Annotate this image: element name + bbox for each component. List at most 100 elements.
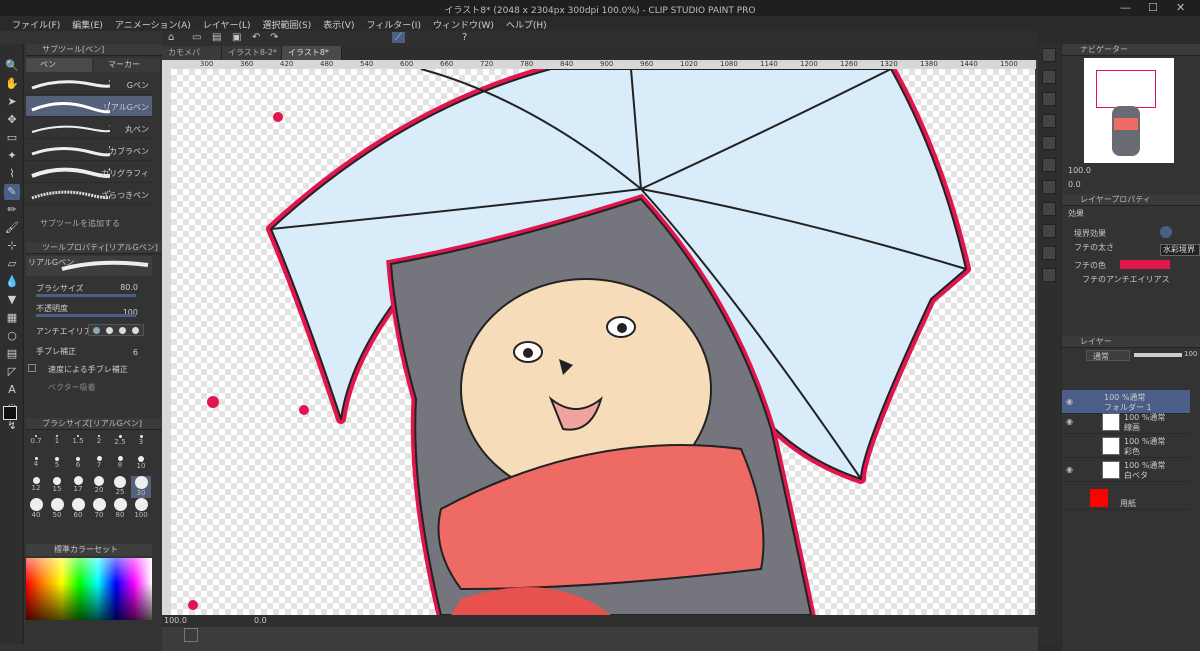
- minimize-button[interactable]: —: [1120, 1, 1131, 14]
- move-layer-icon[interactable]: ✥: [4, 112, 20, 128]
- menu-window[interactable]: ウィンドウ(W): [427, 16, 500, 31]
- speed-stab-checkbox[interactable]: [28, 364, 36, 372]
- size-cell[interactable]: 60: [68, 498, 88, 520]
- size-cell[interactable]: 17: [68, 476, 88, 498]
- antialias-row[interactable]: アンチエイリアス: [26, 322, 152, 340]
- tab-pen[interactable]: ペン: [26, 58, 92, 72]
- layer-opacity-value[interactable]: 100: [1184, 350, 1197, 358]
- snap-ruler-icon[interactable]: ⟋: [392, 32, 405, 43]
- brush-size-slider[interactable]: [36, 294, 136, 297]
- blend-icon[interactable]: 💧: [4, 274, 20, 290]
- operation-tool-icon[interactable]: ➤: [4, 94, 20, 110]
- material-icon[interactable]: [1042, 158, 1056, 172]
- menu-selection[interactable]: 選択範囲(S): [257, 16, 318, 31]
- material-icon[interactable]: [1042, 268, 1056, 282]
- zoom-tool-icon[interactable]: 🔍: [4, 58, 20, 74]
- brush-item[interactable]: カリグラフィ: [26, 162, 152, 183]
- size-cell[interactable]: 7: [89, 454, 109, 476]
- doc-tab[interactable]: カモメパタ...2*: [162, 46, 222, 71]
- menu-file[interactable]: ファイル(F): [6, 16, 66, 31]
- fill-icon[interactable]: ▼: [4, 292, 20, 308]
- eye-icon[interactable]: ◉: [1066, 465, 1073, 474]
- correct-line-icon[interactable]: ↯: [4, 418, 20, 434]
- vector-row[interactable]: ベクター吸着: [26, 380, 152, 398]
- hand-tool-icon[interactable]: ✋: [4, 76, 20, 92]
- brush-size-row[interactable]: ブラシサイズ 80.0: [26, 282, 152, 300]
- brush-item[interactable]: 丸ペン: [26, 118, 152, 139]
- menu-icon[interactable]: [184, 628, 198, 642]
- menu-filter[interactable]: フィルター(I): [360, 16, 427, 31]
- nav-angle[interactable]: 0.0: [1068, 180, 1081, 189]
- toolbar-home-icon[interactable]: ⌂: [168, 32, 174, 43]
- layer-row-paper[interactable]: 用紙: [1062, 486, 1190, 510]
- pen-tool-icon[interactable]: ✎: [4, 184, 20, 200]
- size-cell[interactable]: 2.5: [110, 432, 130, 454]
- opacity-row[interactable]: 不透明度 100: [26, 302, 152, 320]
- doc-tab-active[interactable]: イラスト8*: [282, 46, 342, 60]
- navigator-preview[interactable]: [1084, 58, 1174, 163]
- speed-stab-row[interactable]: 速度による手ブレ補正: [26, 362, 152, 380]
- selection-icon[interactable]: ▭: [4, 130, 20, 146]
- menu-help[interactable]: ヘルプ(H): [500, 16, 553, 31]
- layer-opacity-slider[interactable]: [1134, 353, 1182, 357]
- size-cell-selected[interactable]: 30: [131, 476, 151, 498]
- size-cell[interactable]: 100: [131, 498, 151, 520]
- size-cell[interactable]: 6: [68, 454, 88, 476]
- size-cell[interactable]: 40: [26, 498, 46, 520]
- eye-icon[interactable]: ◉: [1066, 397, 1073, 406]
- colorset-selector[interactable]: 標準カラーセット: [26, 544, 152, 556]
- menu-edit[interactable]: 編集(E): [66, 16, 109, 31]
- doc-tab[interactable]: イラスト8-2*: [222, 46, 282, 60]
- search-icon[interactable]: [1042, 48, 1056, 62]
- frame-icon[interactable]: ▤: [4, 346, 20, 362]
- size-cell[interactable]: 4: [26, 454, 46, 476]
- material-icon[interactable]: [1042, 70, 1056, 84]
- airbrush-icon[interactable]: ⊹: [4, 238, 20, 254]
- figure-icon[interactable]: ○: [4, 328, 20, 344]
- redo-icon[interactable]: ↷: [270, 32, 278, 43]
- nav-zoom[interactable]: 100.0: [1068, 166, 1091, 175]
- gradient-icon[interactable]: ▦: [4, 310, 20, 326]
- material-icon[interactable]: [1042, 202, 1056, 216]
- close-button[interactable]: ✕: [1176, 1, 1185, 14]
- menu-view[interactable]: 表示(V): [317, 16, 360, 31]
- size-cell[interactable]: 8: [110, 454, 130, 476]
- size-cell[interactable]: 2: [89, 432, 109, 454]
- maximize-button[interactable]: ☐: [1148, 1, 1158, 14]
- layer-row[interactable]: ◉ 100 %通常 線画: [1062, 410, 1190, 434]
- eye-icon[interactable]: ◉: [1066, 417, 1073, 426]
- size-cell[interactable]: 3: [131, 432, 151, 454]
- drawing-canvas[interactable]: [171, 69, 1035, 615]
- size-cell[interactable]: 50: [47, 498, 67, 520]
- size-cell[interactable]: 25: [110, 476, 130, 498]
- size-cell[interactable]: 10: [131, 454, 151, 476]
- brush-tool-icon[interactable]: 🖌: [4, 220, 20, 236]
- brush-item[interactable]: Gペン: [26, 74, 152, 95]
- size-cell[interactable]: 0.7: [26, 432, 46, 454]
- size-cell[interactable]: 20: [89, 476, 109, 498]
- pencil-tool-icon[interactable]: ✏: [4, 202, 20, 218]
- opacity-slider[interactable]: [36, 314, 136, 317]
- text-tool-icon[interactable]: A: [4, 382, 20, 398]
- undo-icon[interactable]: ↶: [252, 32, 260, 43]
- brush-item[interactable]: カブラペン: [26, 140, 152, 161]
- zoom-value[interactable]: 100.0: [164, 616, 187, 625]
- menu-animation[interactable]: アニメーション(A): [109, 16, 197, 31]
- open-file-icon[interactable]: ▤: [212, 32, 221, 43]
- size-cell[interactable]: 1: [47, 432, 67, 454]
- layer-row[interactable]: 100 %通常 彩色: [1062, 434, 1190, 458]
- new-file-icon[interactable]: ▭: [192, 32, 201, 43]
- size-cell[interactable]: 5: [47, 454, 67, 476]
- brush-item[interactable]: ざらつきペン: [26, 184, 152, 205]
- material-icon[interactable]: [1042, 92, 1056, 106]
- magic-wand-icon[interactable]: ✦: [4, 148, 20, 164]
- edge-color-swatch[interactable]: [1120, 260, 1170, 269]
- material-icon[interactable]: [1042, 136, 1056, 150]
- save-icon[interactable]: ▣: [232, 32, 241, 43]
- material-icon[interactable]: [1042, 114, 1056, 128]
- size-cell[interactable]: 70: [89, 498, 109, 520]
- brush-item-selected[interactable]: リアルGペン: [26, 96, 152, 117]
- size-cell[interactable]: 12: [26, 476, 46, 498]
- eyedropper-icon[interactable]: ⌇: [4, 166, 20, 182]
- help-icon[interactable]: ?: [462, 32, 467, 43]
